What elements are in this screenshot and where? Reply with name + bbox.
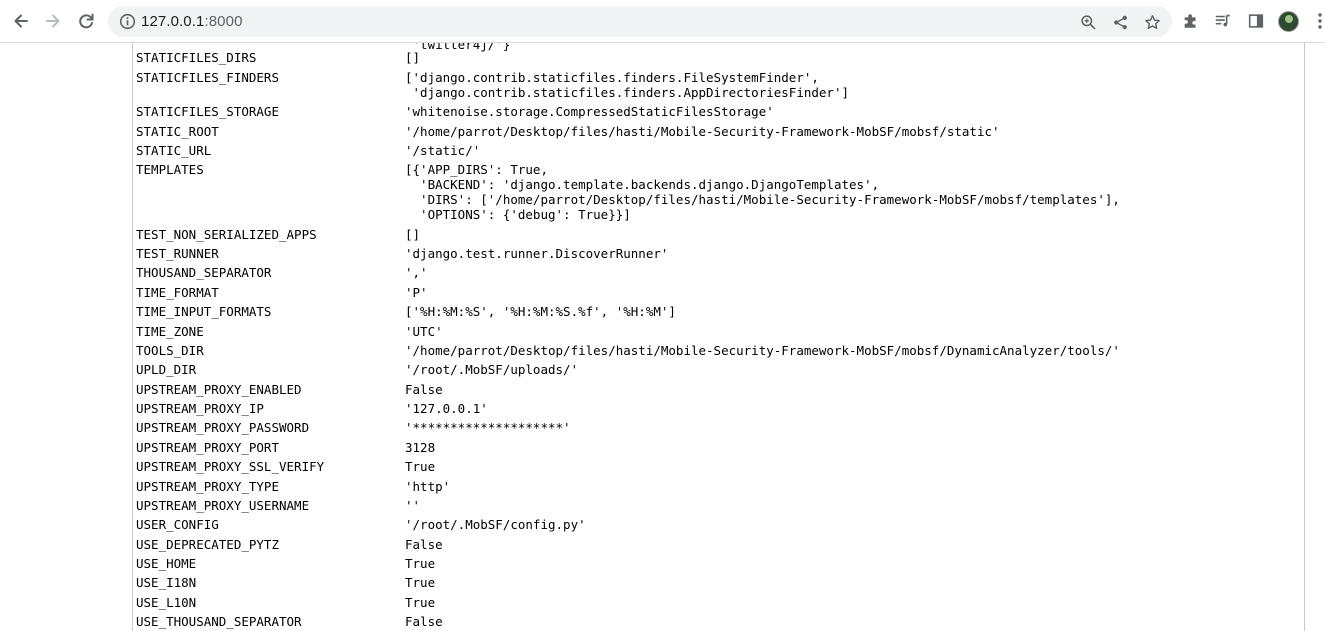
reading-list-button[interactable] bbox=[1213, 11, 1233, 31]
setting-value: 'P' bbox=[405, 285, 428, 300]
setting-key: UPSTREAM_PROXY_ENABLED bbox=[136, 382, 302, 397]
setting-key: TIME_INPUT_FORMATS bbox=[136, 304, 272, 319]
side-panel-icon bbox=[1248, 14, 1264, 28]
setting-value: '********************' bbox=[405, 420, 571, 435]
setting-key: USER_CONFIG bbox=[136, 517, 219, 532]
setting-key: TEST_NON_SERIALIZED_APPS bbox=[136, 227, 317, 242]
browser-toolbar: 127.0.0.1:8000 bbox=[0, 0, 1325, 43]
setting-key: STATICFILES_STORAGE bbox=[136, 104, 279, 119]
setting-key: UPSTREAM_PROXY_PASSWORD bbox=[136, 420, 310, 435]
setting-value: [] bbox=[405, 227, 421, 242]
setting-key: TIME_ZONE bbox=[136, 324, 204, 339]
setting-key: USE_DEPRECATED_PYTZ bbox=[136, 537, 279, 552]
setting-key: UPSTREAM_PROXY_SSL_VERIFY bbox=[136, 459, 325, 474]
forward-button[interactable] bbox=[38, 6, 68, 36]
setting-key: USE_L10N bbox=[136, 595, 197, 610]
setting-value: '' bbox=[405, 498, 421, 513]
reading-list-icon bbox=[1215, 14, 1230, 27]
zoom-button[interactable] bbox=[1078, 12, 1098, 32]
avatar[interactable] bbox=[1278, 11, 1299, 32]
url-text[interactable]: 127.0.0.1:8000 bbox=[141, 13, 243, 30]
setting-value: 'twitter4j/'} bbox=[405, 43, 511, 52]
setting-key: USE_THOUSAND_SEPARATOR bbox=[136, 614, 302, 629]
zoom-icon bbox=[1080, 14, 1095, 29]
setting-key: TEST_RUNNER bbox=[136, 246, 219, 261]
info-icon[interactable] bbox=[119, 13, 136, 30]
setting-value: True bbox=[405, 556, 436, 571]
setting-key: USE_HOME bbox=[136, 556, 197, 571]
setting-key: STATICFILES_FINDERS bbox=[136, 70, 279, 85]
url-port: :8000 bbox=[204, 13, 243, 30]
setting-value: ['%H:%M:%S', '%H:%M:%S.%f', '%H:%M'] bbox=[405, 304, 676, 319]
extensions-button[interactable] bbox=[1181, 11, 1201, 31]
setting-value: [{'APP_DIRS': True, 'BACKEND': 'django.t… bbox=[405, 162, 1120, 222]
setting-value: False bbox=[405, 614, 443, 629]
reload-button[interactable] bbox=[71, 6, 101, 36]
setting-value: ',' bbox=[405, 265, 428, 280]
reload-icon bbox=[79, 13, 94, 29]
setting-value: '/home/parrot/Desktop/files/hasti/Mobile… bbox=[405, 124, 1000, 139]
side-panel-button[interactable] bbox=[1246, 11, 1266, 31]
setting-value: False bbox=[405, 537, 443, 552]
setting-key: STATICFILES_DIRS bbox=[136, 50, 257, 65]
star-icon bbox=[1144, 14, 1160, 29]
setting-key: TEMPLATES bbox=[136, 162, 204, 177]
setting-value: '/static/' bbox=[405, 143, 481, 158]
share-icon bbox=[1113, 15, 1127, 29]
setting-key: TIME_FORMAT bbox=[136, 285, 219, 300]
setting-value: '/home/parrot/Desktop/files/hasti/Mobile… bbox=[405, 343, 1120, 358]
arrow-left-icon bbox=[14, 14, 28, 28]
setting-key: THOUSAND_SEPARATOR bbox=[136, 265, 272, 280]
setting-value: ['django.contrib.staticfiles.finders.Fil… bbox=[405, 70, 850, 100]
setting-value: '/root/.MobSF/config.py' bbox=[405, 517, 586, 532]
setting-key: UPSTREAM_PROXY_TYPE bbox=[136, 479, 279, 494]
setting-key: UPSTREAM_PROXY_PORT bbox=[136, 440, 279, 455]
arrow-right-icon bbox=[46, 14, 60, 28]
kebab-menu-icon[interactable] bbox=[1316, 11, 1324, 31]
bookmark-button[interactable] bbox=[1142, 12, 1162, 32]
address-bar[interactable]: 127.0.0.1:8000 bbox=[108, 6, 1172, 37]
setting-value: 'http' bbox=[405, 479, 451, 494]
setting-value: False bbox=[405, 382, 443, 397]
setting-value: '127.0.0.1' bbox=[405, 401, 488, 416]
setting-value: [] bbox=[405, 50, 421, 65]
setting-key: STATIC_URL bbox=[136, 143, 212, 158]
setting-key: STATIC_ROOT bbox=[136, 124, 219, 139]
share-button[interactable] bbox=[1110, 12, 1130, 32]
setting-value: True bbox=[405, 575, 436, 590]
url-host: 127.0.0.1 bbox=[141, 13, 205, 30]
setting-key: UPLD_DIR bbox=[136, 362, 197, 377]
setting-key: UPSTREAM_PROXY_IP bbox=[136, 401, 264, 416]
setting-key: USE_I18N bbox=[136, 575, 197, 590]
page-content[interactable]: 'twitter4j/'} STATICFILES_DIRS [] STATICF… bbox=[0, 43, 1325, 631]
setting-value: True bbox=[405, 595, 436, 610]
setting-key: UPSTREAM_PROXY_USERNAME bbox=[136, 498, 310, 513]
setting-value: True bbox=[405, 459, 436, 474]
setting-value: 3128 bbox=[405, 440, 436, 455]
setting-value: 'django.test.runner.DiscoverRunner' bbox=[405, 246, 669, 261]
setting-value: 'whitenoise.storage.CompressedStaticFile… bbox=[405, 104, 774, 119]
setting-key: TOOLS_DIR bbox=[136, 343, 204, 358]
puzzle-icon bbox=[1184, 14, 1196, 28]
back-button[interactable] bbox=[6, 6, 36, 36]
setting-value: '/root/.MobSF/uploads/' bbox=[405, 362, 579, 377]
setting-value: 'UTC' bbox=[405, 324, 443, 339]
